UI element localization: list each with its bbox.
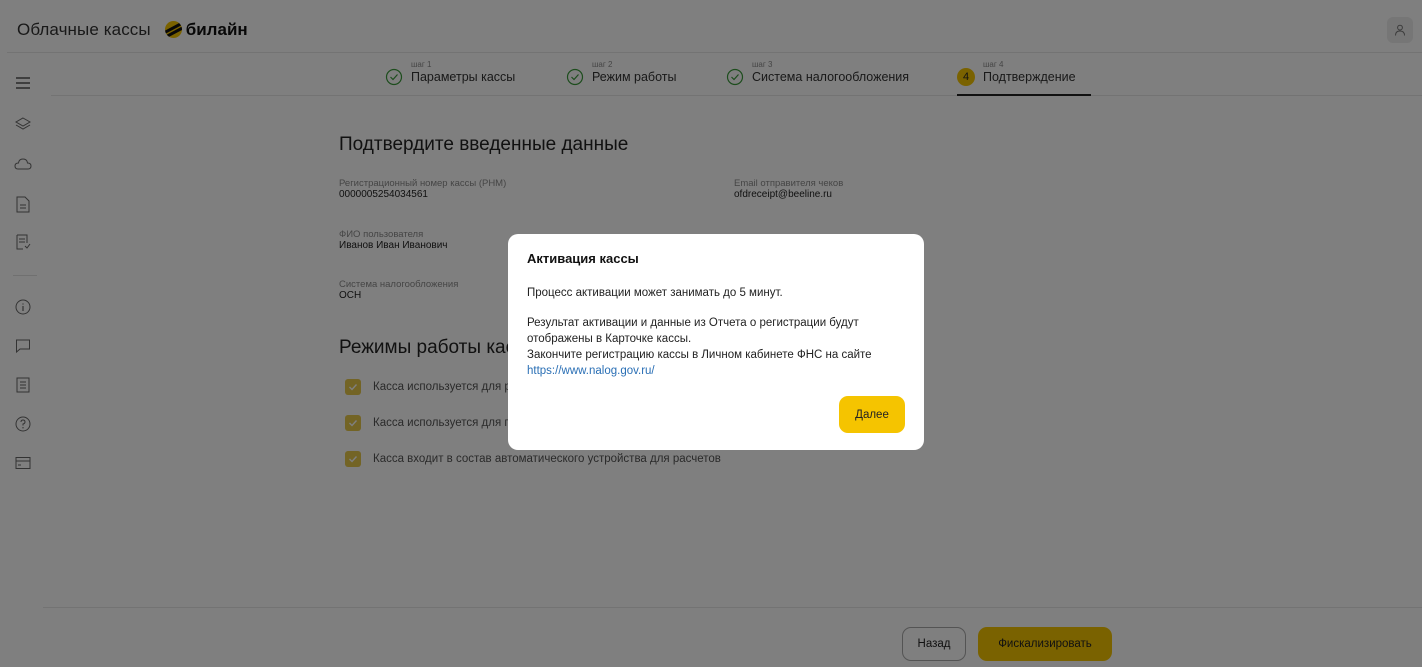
dialog-details-line: отображены в Карточке кассы.	[527, 333, 692, 345]
next-button[interactable]: Далее	[839, 396, 905, 433]
dialog-details-line: Результат активации и данные из Отчета о…	[527, 317, 859, 329]
dialog-details: Результат активации и данные из Отчета о…	[527, 315, 905, 379]
dialog-title: Активация кассы	[527, 251, 639, 266]
activation-dialog: Активация кассы Процесс активации может …	[508, 234, 924, 450]
dialog-text: Процесс активации может занимать до 5 ми…	[527, 287, 783, 299]
dialog-details-line: Закончите регистрацию кассы в Личном каб…	[527, 349, 872, 361]
nalog-link[interactable]: https://www.nalog.gov.ru/	[527, 365, 655, 377]
